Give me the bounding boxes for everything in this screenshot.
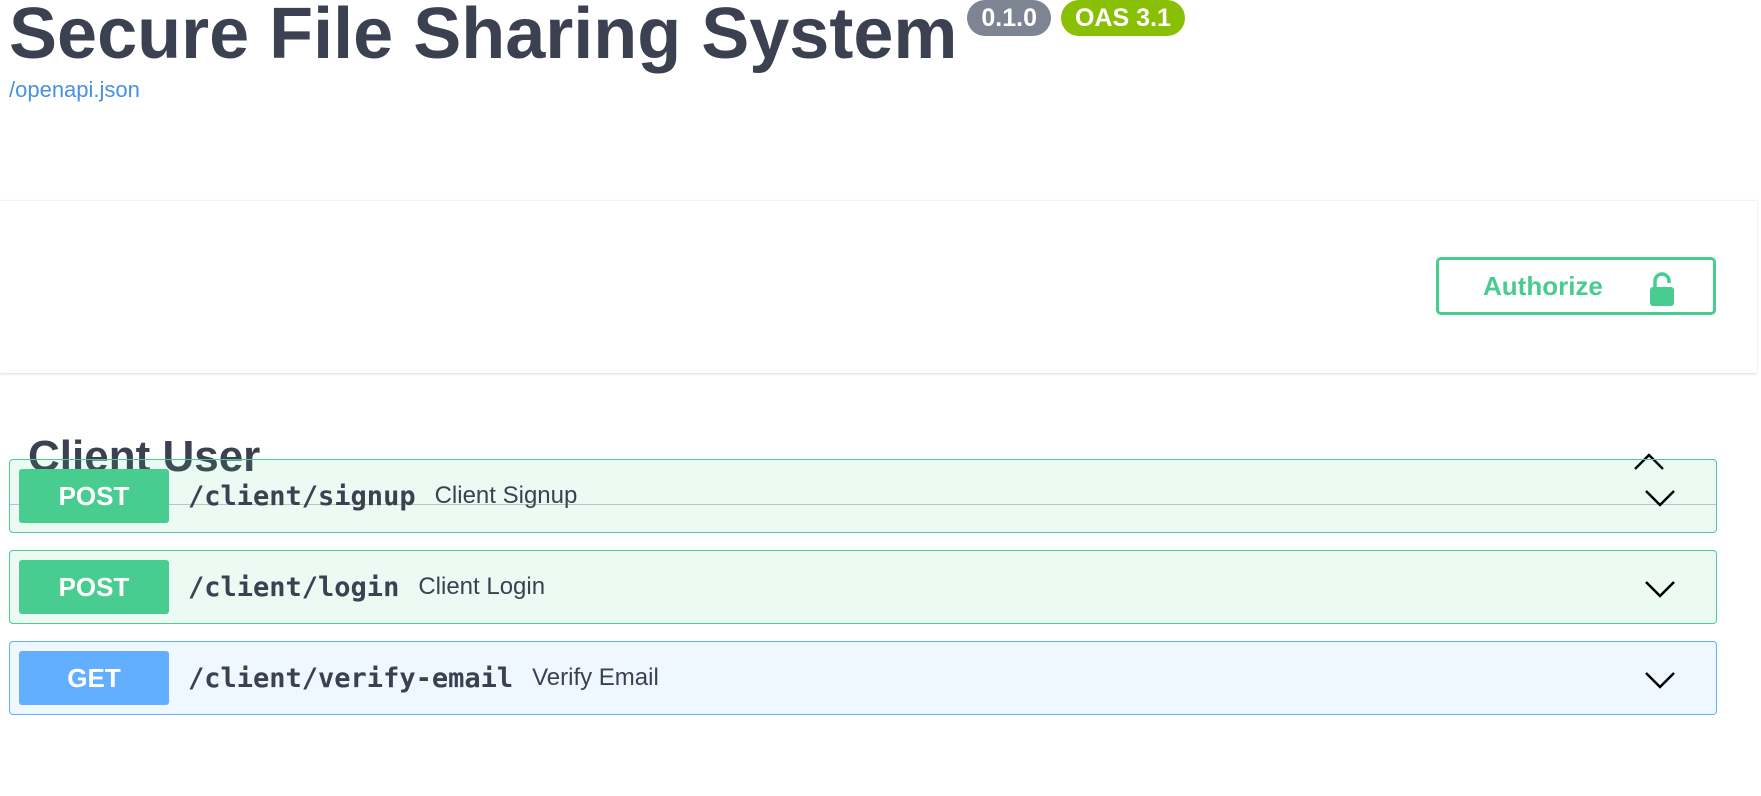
operation-post-client-signup[interactable]: POST /client/signup Client Signup: [9, 459, 1717, 533]
operation-path: /client/login: [188, 571, 400, 603]
method-badge: POST: [19, 469, 169, 523]
unlocked-lock-icon: [1650, 272, 1674, 306]
method-badge: GET: [19, 651, 169, 705]
oas-version-badge: OAS 3.1: [1060, 0, 1185, 36]
operation-path: /client/verify-email: [188, 662, 514, 694]
authorize-button[interactable]: Authorize: [1436, 257, 1716, 315]
api-title: Secure File Sharing System: [9, 0, 958, 74]
title-row: Secure File Sharing System 0.1.0 OAS 3.1: [9, 0, 1185, 74]
operation-summary: Client Login: [418, 573, 546, 600]
info-header: Secure File Sharing System 0.1.0 OAS 3.1…: [0, 0, 1761, 200]
method-badge: POST: [19, 560, 169, 614]
chevron-down-icon[interactable]: [1642, 662, 1678, 698]
scheme-container: Authorize: [0, 200, 1757, 373]
operation-post-client-login[interactable]: POST /client/login Client Login: [9, 550, 1717, 624]
operation-summary: Verify Email: [532, 664, 659, 691]
chevron-down-icon[interactable]: [1642, 480, 1678, 516]
chevron-down-icon[interactable]: [1642, 571, 1678, 607]
operation-path: /client/signup: [188, 480, 416, 512]
version-badge: 0.1.0: [967, 0, 1051, 36]
operation-summary: Client Signup: [434, 482, 578, 509]
authorize-label: Authorize: [1483, 270, 1603, 301]
operation-get-client-verify-email[interactable]: GET /client/verify-email Verify Email: [9, 641, 1717, 715]
openapi-spec-link[interactable]: /openapi.json: [9, 77, 140, 103]
